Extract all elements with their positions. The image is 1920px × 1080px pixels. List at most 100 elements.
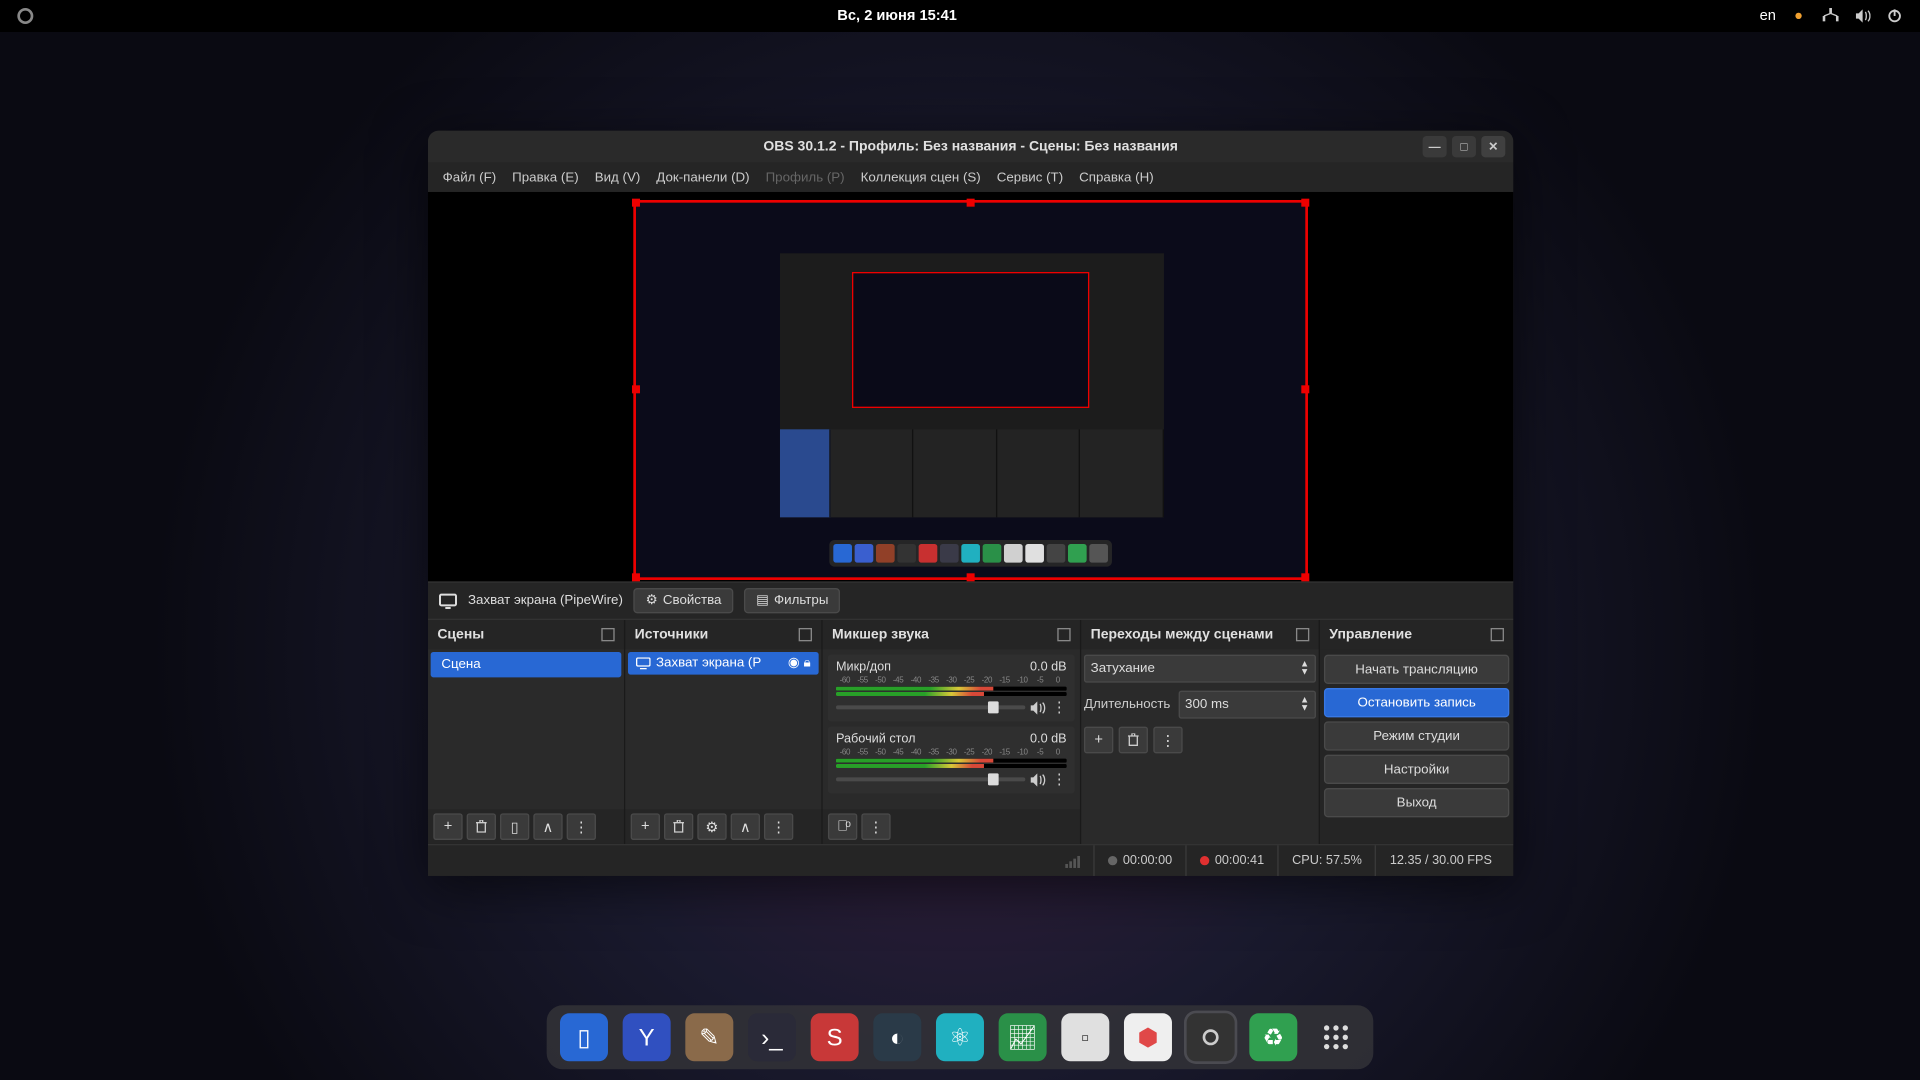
menu-profile[interactable]: Профиль (P)	[759, 167, 851, 187]
source-context-toolbar: Захват экрана (PipeWire) ⚙ Свойства ▤ Фи…	[428, 581, 1513, 618]
controls-title: Управление	[1329, 627, 1412, 643]
popout-icon[interactable]	[1296, 628, 1309, 641]
maximize-button[interactable]: □	[1452, 136, 1476, 157]
remove-scene-button[interactable]	[467, 813, 496, 840]
channel-more-button[interactable]: ⋮	[1052, 771, 1067, 788]
popout-icon[interactable]	[1491, 628, 1504, 641]
volume-slider[interactable]	[836, 705, 1025, 709]
scene-filter-button[interactable]: ▯	[500, 813, 529, 840]
volume-icon[interactable]	[1853, 7, 1872, 26]
dock-gimp-icon[interactable]: ✎	[685, 1013, 733, 1061]
obs-preview-area[interactable]	[428, 192, 1513, 581]
source-more-button[interactable]: ⋮	[764, 813, 793, 840]
language-indicator[interactable]: en	[1760, 8, 1776, 24]
popout-icon[interactable]	[799, 628, 812, 641]
network-icon[interactable]	[1821, 7, 1840, 26]
studio-mode-button[interactable]: Режим студии	[1324, 721, 1509, 750]
exit-button[interactable]: Выход	[1324, 788, 1509, 817]
dock-files-icon[interactable]: ▯	[560, 1013, 608, 1061]
menu-edit[interactable]: Правка (E)	[506, 167, 586, 187]
power-icon[interactable]	[1885, 7, 1904, 26]
eye-icon[interactable]: ◉	[788, 656, 800, 671]
popout-icon[interactable]	[1057, 628, 1070, 641]
stream-status-dot	[1108, 856, 1117, 865]
filters-label: Фильтры	[774, 593, 828, 608]
chevron-updown-icon: ▲▼	[1300, 661, 1309, 677]
dock-recycle-icon[interactable]: ♻︎	[1249, 1013, 1297, 1061]
dock-apps-grid-icon[interactable]	[1312, 1013, 1360, 1061]
transition-selected: Затухание	[1091, 661, 1155, 676]
obs-tray-icon[interactable]	[16, 7, 35, 26]
rec-time: 00:00:41	[1215, 853, 1264, 868]
speaker-icon[interactable]	[1031, 773, 1047, 786]
obs-statusbar: 00:00:00 00:00:41 CPU: 57.5% 12.35 / 30.…	[428, 844, 1513, 876]
scene-up-button[interactable]: ∧	[533, 813, 562, 840]
volume-slider[interactable]	[836, 777, 1025, 781]
start-streaming-button[interactable]: Начать трансляцию	[1324, 655, 1509, 684]
mixer-channel-name: Микр/доп	[836, 660, 891, 675]
dock-browser-icon[interactable]: Y	[623, 1013, 671, 1061]
mixer-channel-level: 0.0 dB	[1030, 660, 1067, 675]
remove-transition-button[interactable]	[1119, 727, 1148, 754]
dock-steam-icon[interactable]: ◐	[873, 1013, 921, 1061]
add-transition-button[interactable]: +	[1084, 727, 1113, 754]
mixer-channel: Микр/доп0.0 dB -60-55-50-45-40-35-30-25-…	[828, 655, 1075, 722]
scene-item[interactable]: Сцена	[431, 652, 622, 677]
mixer-channel: Рабочий стол0.0 dB -60-55-50-45-40-35-30…	[828, 727, 1075, 794]
filters-button[interactable]: ▤ Фильтры	[744, 588, 840, 613]
dock-app1-icon[interactable]: S	[811, 1013, 859, 1061]
source-label: Захват экрана (P	[656, 656, 761, 671]
dock-document-icon[interactable]: ▫	[1061, 1013, 1109, 1061]
source-item[interactable]: Захват экрана (P ◉ 🔒︎	[628, 652, 819, 675]
menu-help[interactable]: Справка (H)	[1072, 167, 1160, 187]
scene-more-button[interactable]: ⋮	[567, 813, 596, 840]
obs-window: OBS 30.1.2 - Профиль: Без названия - Сце…	[428, 131, 1513, 876]
source-up-button[interactable]: ∧	[731, 813, 760, 840]
mic-icon[interactable]: ●	[1789, 7, 1808, 26]
spinner-icon[interactable]: ▲▼	[1300, 697, 1309, 713]
stop-recording-button[interactable]: Остановить запись	[1324, 688, 1509, 717]
mixer-channel-name: Рабочий стол	[836, 732, 916, 747]
fps-counter: 12.35 / 30.00 FPS	[1390, 853, 1492, 868]
menu-service[interactable]: Сервис (T)	[990, 167, 1070, 187]
ctx-source-label: Захват экрана (PipeWire)	[468, 593, 623, 608]
transition-select[interactable]: Затухание ▲▼	[1084, 655, 1316, 683]
dock-app2-icon[interactable]: ⚛	[936, 1013, 984, 1061]
sources-panel: Источники Захват экрана (P ◉ 🔒︎ +	[625, 620, 822, 844]
channel-more-button[interactable]: ⋮	[1052, 699, 1067, 716]
gnome-dock: ▯ Y ✎ ›_ S ◐ ⚛ 📈︎ ▫ ⬢ ♻︎	[547, 1005, 1374, 1069]
properties-label: Свойства	[663, 593, 722, 608]
preview-selection[interactable]	[633, 199, 1308, 579]
mixer-more-button[interactable]: ⋮	[861, 813, 890, 840]
gnome-topbar: Вс, 2 июня 15:41 en ●	[0, 0, 1920, 32]
settings-button[interactable]: Настройки	[1324, 755, 1509, 784]
network-bars-icon	[1066, 854, 1081, 867]
mixer-title: Микшер звука	[832, 627, 929, 643]
popout-icon[interactable]	[601, 628, 614, 641]
minimize-button[interactable]: —	[1423, 136, 1447, 157]
speaker-icon[interactable]	[1031, 701, 1047, 714]
dock-terminal-icon[interactable]: ›_	[748, 1013, 796, 1061]
topbar-clock[interactable]: Вс, 2 июня 15:41	[837, 8, 957, 24]
lock-icon[interactable]: 🔒︎	[804, 656, 811, 671]
mixer-advanced-button[interactable]: ⚙ͦ	[828, 813, 857, 840]
duration-input[interactable]: 300 ms ▲▼	[1178, 691, 1316, 719]
source-props-button[interactable]: ⚙	[697, 813, 726, 840]
menu-scene-collection[interactable]: Коллекция сцен (S)	[854, 167, 987, 187]
dock-monitor-icon[interactable]: 📈︎	[999, 1013, 1047, 1061]
remove-source-button[interactable]	[664, 813, 693, 840]
menu-file[interactable]: Файл (F)	[436, 167, 503, 187]
add-scene-button[interactable]: +	[433, 813, 462, 840]
obs-titlebar[interactable]: OBS 30.1.2 - Профиль: Без названия - Сце…	[428, 131, 1513, 163]
close-button[interactable]: ✕	[1481, 136, 1505, 157]
dock-software-icon[interactable]: ⬢	[1124, 1013, 1172, 1061]
menu-docks[interactable]: Док-панели (D)	[650, 167, 757, 187]
properties-button[interactable]: ⚙ Свойства	[634, 588, 734, 613]
controls-panel: Управление Начать трансляцию Остановить …	[1320, 620, 1513, 844]
transition-more-button[interactable]: ⋮	[1153, 727, 1182, 754]
dock-obs-icon[interactable]	[1187, 1013, 1235, 1061]
obs-menubar: Файл (F) Правка (E) Вид (V) Док-панели (…	[428, 163, 1513, 192]
transitions-panel: Переходы между сценами Затухание ▲▼ Длит…	[1081, 620, 1320, 844]
menu-view[interactable]: Вид (V)	[588, 167, 647, 187]
add-source-button[interactable]: +	[631, 813, 660, 840]
